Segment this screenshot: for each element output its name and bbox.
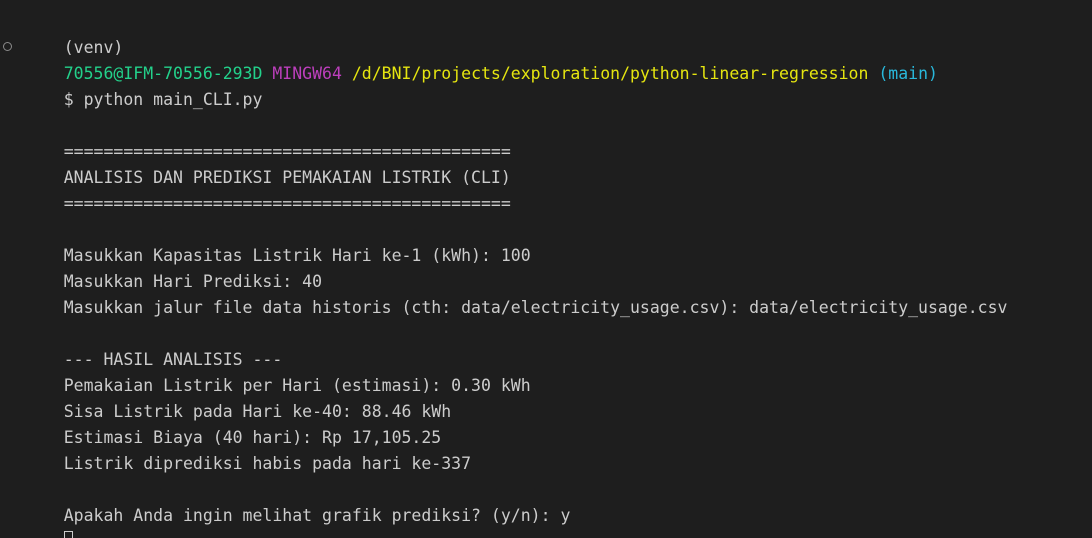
input-days-line: Masukkan Hari Prediksi: 40 [0, 243, 1092, 291]
command-decoration-icon[interactable] [3, 35, 17, 61]
rule-top-line: ========================================… [0, 113, 1092, 161]
daily-usage-line: Pemakaian Listrik per Hari (estimasi): 0… [0, 347, 1092, 395]
text-cursor[interactable] [63, 531, 73, 538]
rule-bottom-line: ========================================… [0, 165, 1092, 213]
title-line: ANALISIS DAN PREDIKSI PEMAKAIAN LISTRIK … [0, 139, 1092, 187]
graph-prompt-line: Apakah Anda ingin melihat grafik prediks… [0, 477, 1092, 525]
terminal-window[interactable]: (venv) 70556@IFM-70556-293D MINGW64 /d/B… [0, 0, 1092, 538]
result-header-line: --- HASIL ANALISIS --- [0, 321, 1092, 369]
command-line: $ python main_CLI.py [0, 61, 1092, 109]
venv-line: (venv) [0, 9, 1092, 57]
cursor-line[interactable] [0, 503, 1092, 538]
input-capacity-line: Masukkan Kapasitas Listrik Hari ke-1 (kW… [0, 217, 1092, 265]
depleted-line: Listrik diprediksi habis pada hari ke-33… [0, 425, 1092, 473]
input-file-line: Masukkan jalur file data historis (cth: … [0, 269, 1092, 317]
cost-line: Estimasi Biaya (40 hari): Rp 17,105.25 [0, 399, 1092, 447]
remaining-line: Sisa Listrik pada Hari ke-40: 88.46 kWh [0, 373, 1092, 421]
prompt-line: 70556@IFM-70556-293D MINGW64 /d/BNI/proj… [0, 35, 1092, 83]
